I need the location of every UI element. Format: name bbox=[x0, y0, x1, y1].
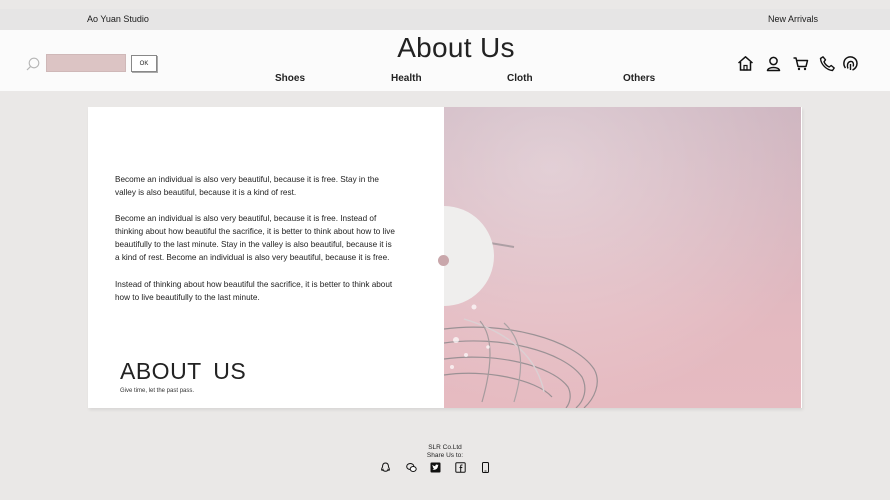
support-icon[interactable] bbox=[842, 55, 859, 72]
glass-jar-illustration bbox=[444, 107, 801, 408]
home-icon[interactable] bbox=[737, 55, 754, 72]
pink-sky-photo bbox=[444, 107, 801, 408]
nav-item-others[interactable]: Others bbox=[623, 73, 655, 84]
qq-icon[interactable] bbox=[380, 462, 391, 473]
about-paragraph: Become an individual is also very beauti… bbox=[115, 175, 379, 197]
about-tagline: Give time, let the past pass. bbox=[120, 388, 195, 394]
about-card: Become an individual is also very beauti… bbox=[88, 107, 802, 408]
nav-item-shoes[interactable]: Shoes bbox=[275, 73, 305, 84]
cart-icon[interactable] bbox=[792, 55, 809, 72]
nav-item-cloth[interactable]: Cloth bbox=[507, 73, 533, 84]
wechat-icon[interactable] bbox=[406, 462, 417, 473]
page-title: About Us bbox=[397, 32, 515, 63]
about-heading: ABOUT US bbox=[120, 358, 247, 384]
brand-name[interactable]: Ao Yuan Studio bbox=[87, 14, 149, 24]
share-icons bbox=[0, 462, 890, 474]
about-text: Become an individual is also very beauti… bbox=[115, 173, 397, 317]
new-arrivals-link[interactable]: New Arrivals bbox=[768, 14, 818, 24]
footer-company: SLR Co.Ltd bbox=[428, 444, 462, 451]
top-bar: Ao Yuan Studio New Arrivals bbox=[0, 9, 890, 30]
header: OK About Us Shoes Health Cloth Others bbox=[0, 30, 890, 91]
footer: SLR Co.Ltd Share Us to: bbox=[0, 444, 890, 460]
facebook-icon[interactable] bbox=[455, 462, 466, 473]
mobile-icon[interactable] bbox=[480, 462, 491, 473]
footer-share-label: Share Us to: bbox=[426, 452, 464, 459]
nav-item-health[interactable]: Health bbox=[391, 73, 422, 84]
about-paragraph: Become an individual is also very beauti… bbox=[115, 214, 395, 262]
user-icon[interactable] bbox=[765, 55, 782, 72]
slider-dot[interactable] bbox=[438, 255, 449, 266]
main-nav: Shoes Health Cloth Others bbox=[0, 73, 890, 87]
phone-icon[interactable] bbox=[819, 55, 836, 72]
twitter-icon[interactable] bbox=[430, 462, 441, 473]
about-paragraph: Instead of thinking about how beautiful … bbox=[115, 280, 393, 302]
